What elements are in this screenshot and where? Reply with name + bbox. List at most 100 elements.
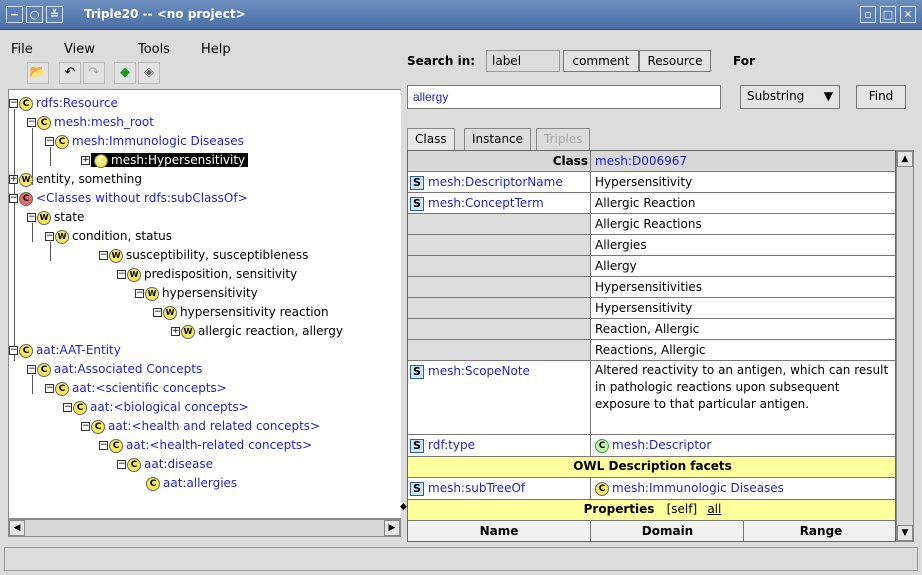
node-label: aat:<biological concepts> <box>90 400 249 414</box>
collapse-icon[interactable]: − <box>117 270 126 279</box>
tree-node[interactable]: − Caat:AAT-Entity <box>9 341 121 360</box>
tree-node[interactable]: − Caat:<health-related concepts> <box>99 436 312 455</box>
tree-node[interactable]: − Crdfs:Resource <box>9 94 118 113</box>
search-input[interactable] <box>407 85 721 109</box>
scroll-right-icon[interactable]: ▶ <box>384 520 400 536</box>
node-label: hypersensitivity reaction <box>180 305 329 319</box>
sticky-icon[interactable]: ○ <box>26 6 43 23</box>
value-cell[interactable]: Cmesh:Immunologic Diseases <box>592 478 895 498</box>
property-cell[interactable]: Smesh:DescriptorName <box>408 172 591 192</box>
tree-node[interactable]: − Caat:<health and related concepts> <box>81 417 320 436</box>
collapse-icon[interactable]: − <box>27 365 36 374</box>
expand-icon[interactable]: + <box>81 156 90 165</box>
collapse-icon[interactable]: − <box>45 137 54 146</box>
maximize-icon[interactable]: □ <box>880 6 896 23</box>
collapse-icon[interactable]: − <box>63 403 72 412</box>
find-button[interactable]: Find <box>856 85 906 109</box>
tree-node[interactable]: − Caat:Associated Concepts <box>27 360 202 379</box>
value-cell[interactable]: Hypersensitivity <box>592 172 895 192</box>
scroll-down-icon[interactable]: ▼ <box>897 525 913 541</box>
tree-node[interactable]: − Cmesh:mesh_root <box>27 113 154 132</box>
self-link[interactable]: [self] <box>667 502 698 516</box>
collapse-icon[interactable]: − <box>153 308 162 317</box>
collapse-icon[interactable]: − <box>99 441 108 450</box>
tab-class[interactable]: Class <box>407 128 455 150</box>
tree-node[interactable]: + Wentity, something <box>9 170 142 189</box>
collapse-icon[interactable]: − <box>9 99 18 108</box>
collapse-icon[interactable]: − <box>45 384 54 393</box>
tree-node-selected[interactable]: + Cmesh:Hypersensitivity <box>81 151 249 170</box>
collapse-icon[interactable]: − <box>117 460 126 469</box>
collapse-icon[interactable]: − <box>81 422 90 431</box>
grid-vertical-scrollbar[interactable]: ▲ ▼ <box>896 150 914 542</box>
value-cell[interactable]: Allergy <box>592 256 895 276</box>
value-cell[interactable]: Cmesh:Descriptor <box>592 435 895 455</box>
collapse-icon[interactable]: − <box>9 194 18 203</box>
value-cell[interactable]: Reaction, Allergic <box>592 319 895 339</box>
splitter-handle-icon[interactable]: ◆ <box>400 500 407 514</box>
tree-horizontal-scrollbar[interactable]: ◀ ▶ <box>8 519 401 537</box>
shade-icon[interactable]: ≚ <box>46 6 63 23</box>
property-cell[interactable]: Srdf:type <box>408 435 591 456</box>
tree-node[interactable]: − Caat:disease <box>117 455 213 474</box>
tree-node[interactable]: − Whypersensitivity <box>135 284 258 303</box>
collapse-icon[interactable]: − <box>27 213 36 222</box>
collapse-icon[interactable]: − <box>9 346 18 355</box>
close-icon[interactable]: ✕ <box>900 6 916 23</box>
column-name[interactable]: Name <box>408 521 591 541</box>
tree-node[interactable]: − Wstate <box>27 208 84 227</box>
scroll-up-icon[interactable]: ▲ <box>897 151 913 167</box>
wordnet-icon: W <box>109 248 123 263</box>
value-cell[interactable]: Allergic Reactions <box>592 214 895 234</box>
tab-instance[interactable]: Instance <box>464 128 532 150</box>
menu-help[interactable]: Help <box>201 42 231 57</box>
tree-node[interactable]: − Wpredisposition, sensitivity <box>117 265 297 284</box>
property-cell[interactable]: Smesh:ScopeNote <box>408 361 591 434</box>
tree-node[interactable]: + Wallergic reaction, allergy <box>171 322 343 341</box>
search-in-resource-toggle[interactable]: Resource <box>639 50 711 72</box>
class-value[interactable]: mesh:D006967 <box>592 151 895 171</box>
minimize-icon[interactable]: ▫ <box>860 6 876 23</box>
class-tree[interactable]: − Crdfs:Resource − Cmesh:mesh_root − Cmesh:… <box>8 89 401 519</box>
menu-file[interactable]: File <box>11 42 33 57</box>
redo-icon[interactable]: ↷ <box>83 62 105 84</box>
value-cell[interactable]: Reactions, Allergic <box>592 340 895 360</box>
property-cell[interactable]: Smesh:ConceptTerm <box>408 193 591 213</box>
tab-triples[interactable]: Triples <box>536 128 591 150</box>
collapse-icon[interactable]: − <box>135 289 144 298</box>
tree-node[interactable]: − C <Classes without rdfs:subClassOf> <box>9 189 248 208</box>
expand-icon[interactable]: + <box>9 175 18 184</box>
value-link: mesh:Descriptor <box>612 438 712 452</box>
value-cell[interactable]: Allergies <box>592 235 895 255</box>
menu-icon[interactable]: − <box>6 6 23 23</box>
property-cell[interactable]: Smesh:subTreeOf <box>408 478 591 499</box>
tree-node[interactable]: − Caat:<scientific concepts> <box>45 379 227 398</box>
collapse-icon[interactable]: − <box>45 232 54 241</box>
undo-icon[interactable]: ↶ <box>59 62 81 84</box>
column-range[interactable]: Range <box>745 521 895 541</box>
match-mode-select[interactable]: Substring ▼ <box>740 85 840 109</box>
open-folder-icon[interactable]: 📂 <box>27 62 49 84</box>
value-cell[interactable]: Altered reactivity to an antigen, which … <box>592 361 895 414</box>
search-in-comment-toggle[interactable]: comment <box>563 50 639 72</box>
tree-node[interactable]: − Whypersensitivity reaction <box>153 303 329 322</box>
tree-node[interactable]: − Wsusceptibility, susceptibleness <box>99 246 308 265</box>
tree-node[interactable]: − Wcondition, status <box>45 227 172 246</box>
value-cell[interactable]: Hypersensitivity <box>592 298 895 318</box>
tree-node[interactable]: − Cmesh:Immunologic Diseases <box>45 132 244 151</box>
menu-view[interactable]: View <box>64 42 95 57</box>
search-in-label-toggle[interactable]: label <box>486 50 560 72</box>
value-cell[interactable]: Hypersensitivities <box>592 277 895 297</box>
menu-tools[interactable]: Tools <box>138 42 170 57</box>
collapse-icon[interactable]: − <box>99 251 108 260</box>
column-domain[interactable]: Domain <box>592 521 744 541</box>
collapse-icon[interactable]: − <box>27 118 36 127</box>
diamond-gray-icon[interactable]: ◈ <box>138 62 160 84</box>
expand-icon[interactable]: + <box>171 327 180 336</box>
value-cell[interactable]: Allergic Reaction <box>592 193 895 213</box>
all-link[interactable]: all <box>707 502 721 516</box>
tree-node[interactable]: − Caat:<biological concepts> <box>63 398 249 417</box>
diamond-green-icon[interactable]: ◆ <box>114 62 136 84</box>
scroll-left-icon[interactable]: ◀ <box>9 520 25 536</box>
tree-node[interactable]: Caat:allergies <box>135 474 237 493</box>
